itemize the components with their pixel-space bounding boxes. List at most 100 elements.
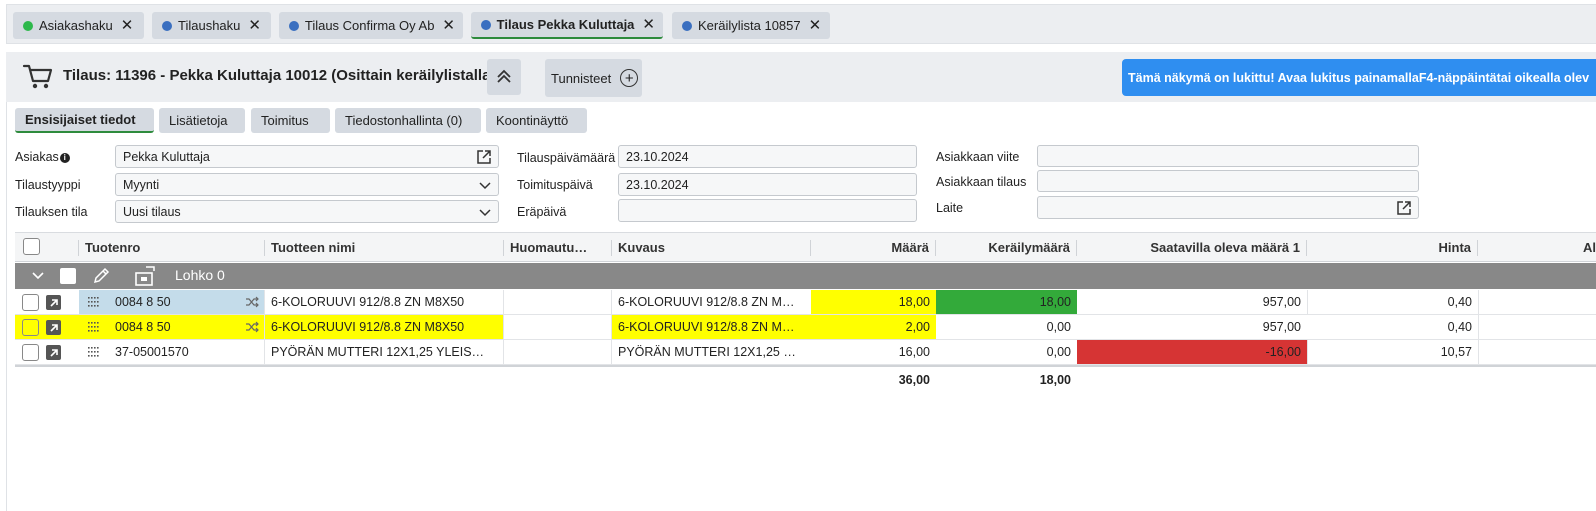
cell-quantity[interactable]: 2,00 xyxy=(811,315,936,339)
customer-label: Asiakas i xyxy=(15,150,70,164)
group-checkbox[interactable] xyxy=(60,268,76,284)
doc-tab-asiakashaku[interactable]: Asiakashaku ✕ xyxy=(13,12,144,39)
tags-label: Tunnisteet xyxy=(551,70,612,86)
row-checkbox[interactable] xyxy=(22,344,39,361)
col-price[interactable]: Hinta xyxy=(1307,233,1472,262)
cell-product-name[interactable]: 6-KOLORUUVI 912/8.8 ZN M8X50 xyxy=(265,290,503,314)
col-remarks[interactable]: Huomautu… xyxy=(510,233,610,262)
device-field[interactable] xyxy=(1037,196,1419,219)
order-date-field[interactable]: 23.10.2024 xyxy=(618,145,917,168)
open-external-icon[interactable] xyxy=(475,148,493,166)
row-checkbox[interactable] xyxy=(22,319,39,336)
cell-remarks[interactable] xyxy=(504,315,611,339)
table-row[interactable]: 0084 8 50 6-KOLORUUVI 912/8.8 ZN M8X50 6… xyxy=(15,315,1596,340)
cell-picking-qty[interactable]: 0,00 xyxy=(936,315,1077,339)
tab-primary-info[interactable]: Ensisijaiset tiedot xyxy=(15,108,154,133)
cell-description[interactable]: 6-KOLORUUVI 912/8.8 ZN M… xyxy=(612,290,810,314)
collapse-header-button[interactable] xyxy=(487,59,521,95)
doc-tab-kerailylista[interactable]: Keräilylista 10857 ✕ xyxy=(672,12,830,39)
close-icon[interactable]: ✕ xyxy=(809,18,822,33)
tab-file-management[interactable]: Tiedostonhallinta (0) xyxy=(335,108,481,133)
doc-tab-tilaus-pekka[interactable]: Tilaus Pekka Kuluttaja ✕ xyxy=(471,12,663,39)
move-rows-icon[interactable] xyxy=(133,266,157,286)
close-icon[interactable]: ✕ xyxy=(248,18,261,33)
col-description[interactable]: Kuvaus xyxy=(618,233,808,262)
cell-remarks[interactable] xyxy=(504,340,611,364)
device-label: Laite xyxy=(936,201,964,215)
tab-label: Tiedostonhallinta (0) xyxy=(345,113,463,128)
order-type-select[interactable]: Myynti xyxy=(115,173,499,196)
edit-pencil-icon[interactable] xyxy=(91,266,111,286)
customer-ref-label: Asiakkaan viite xyxy=(936,150,1020,164)
doc-tab-label: Keräilylista 10857 xyxy=(698,18,801,33)
tags-button[interactable]: Tunnisteet + xyxy=(545,59,642,97)
status-dot-icon xyxy=(23,20,33,31)
cell-quantity[interactable]: 16,00 xyxy=(811,340,936,364)
order-date-value: 23.10.2024 xyxy=(626,149,689,164)
tab-label: Ensisijaiset tiedot xyxy=(25,112,136,127)
cell-available-qty[interactable]: 957,00 xyxy=(1077,315,1307,339)
drag-handle-icon[interactable] xyxy=(88,322,100,332)
cell-product-name[interactable]: PYÖRÄN MUTTERI 12X1,25 YLEIS… xyxy=(265,340,503,364)
due-date-field[interactable] xyxy=(618,199,917,222)
open-row-icon[interactable] xyxy=(46,320,61,335)
chevron-down-icon[interactable] xyxy=(32,271,44,281)
table-row[interactable]: 0084 8 50 6-KOLORUUVI 912/8.8 ZN M8X50 6… xyxy=(15,290,1596,315)
select-all-checkbox[interactable] xyxy=(23,238,40,255)
cell-product-no[interactable]: 37-05001570 xyxy=(79,340,264,364)
open-row-icon[interactable] xyxy=(46,345,61,360)
cell-product-no[interactable]: 0084 8 50 xyxy=(79,315,264,339)
delivery-date-field[interactable]: 23.10.2024 xyxy=(618,173,917,196)
shuffle-icon[interactable] xyxy=(245,296,259,308)
doc-tab-tilaushaku[interactable]: Tilaushaku ✕ xyxy=(152,12,271,39)
total-quantity: 36,00 xyxy=(898,373,930,387)
add-tag-icon: + xyxy=(620,69,639,87)
open-external-icon[interactable] xyxy=(1395,199,1413,217)
col-picking-qty[interactable]: Keräilymäärä xyxy=(936,233,1070,262)
close-icon[interactable]: ✕ xyxy=(121,18,134,33)
col-available-qty[interactable]: Saatavilla oleva määrä 1 xyxy=(1077,233,1300,262)
cell-available-qty[interactable]: 957,00 xyxy=(1077,290,1307,314)
doc-tab-label: Tilaus Confirma Oy Ab xyxy=(304,18,435,33)
cell-remarks[interactable] xyxy=(504,290,611,314)
cell-description[interactable]: PYÖRÄN MUTTERI 12X1,25 … xyxy=(612,340,810,364)
cell-price[interactable]: 0,40 xyxy=(1307,290,1478,314)
cell-description[interactable]: 6-KOLORUUVI 912/8.8 ZN M… xyxy=(612,315,810,339)
cell-extra[interactable] xyxy=(1479,315,1596,339)
cell-quantity[interactable]: 18,00 xyxy=(811,290,936,314)
doc-tab-label: Asiakashaku xyxy=(39,18,113,33)
customer-order-field[interactable] xyxy=(1037,170,1419,192)
col-product-no[interactable]: Tuotenro xyxy=(85,233,255,262)
close-icon[interactable]: ✕ xyxy=(642,17,655,32)
col-product-name[interactable]: Tuotteen nimi xyxy=(271,233,501,262)
cell-product-no[interactable]: 0084 8 50 xyxy=(79,290,264,314)
order-state-select[interactable]: Uusi tilaus xyxy=(115,200,499,223)
group-row: Lohko 0 xyxy=(15,263,1596,289)
group-label: Lohko 0 xyxy=(175,267,225,283)
status-dot-icon xyxy=(289,20,299,31)
tab-additional-info[interactable]: Lisätietoja xyxy=(159,108,245,133)
drag-handle-icon[interactable] xyxy=(88,347,100,357)
open-row-icon[interactable] xyxy=(46,295,61,310)
doc-tab-label: Tilaus Pekka Kuluttaja xyxy=(496,17,635,32)
shuffle-icon[interactable] xyxy=(245,321,259,333)
cell-picking-qty[interactable]: 18,00 xyxy=(936,290,1077,314)
info-icon[interactable]: i xyxy=(59,153,70,163)
cell-picking-qty[interactable]: 0,00 xyxy=(936,340,1077,364)
row-checkbox[interactable] xyxy=(22,294,39,311)
close-icon[interactable]: ✕ xyxy=(442,18,455,33)
cell-price[interactable]: 10,57 xyxy=(1307,340,1478,364)
drag-handle-icon[interactable] xyxy=(88,297,100,307)
customer-field[interactable]: Pekka Kuluttaja xyxy=(115,145,499,168)
lock-notice-banner[interactable]: Tämä näkymä on lukittu! Avaa lukitus pai… xyxy=(1122,59,1596,96)
cell-price[interactable]: 0,40 xyxy=(1307,315,1478,339)
cell-product-name[interactable]: 6-KOLORUUVI 912/8.8 ZN M8X50 xyxy=(265,315,503,339)
table-row[interactable]: 37-05001570 PYÖRÄN MUTTERI 12X1,25 YLEIS… xyxy=(15,340,1596,365)
doc-tab-tilaus-confirma[interactable]: Tilaus Confirma Oy Ab ✕ xyxy=(279,12,463,39)
customer-ref-field[interactable] xyxy=(1037,145,1419,167)
cell-available-qty[interactable]: -16,00 xyxy=(1077,340,1307,364)
col-extra[interactable]: Al xyxy=(1478,233,1596,262)
col-quantity[interactable]: Määrä xyxy=(811,233,929,262)
tab-delivery[interactable]: Toimitus xyxy=(251,108,330,133)
tab-dashboard[interactable]: Koontinäyttö xyxy=(486,108,587,133)
